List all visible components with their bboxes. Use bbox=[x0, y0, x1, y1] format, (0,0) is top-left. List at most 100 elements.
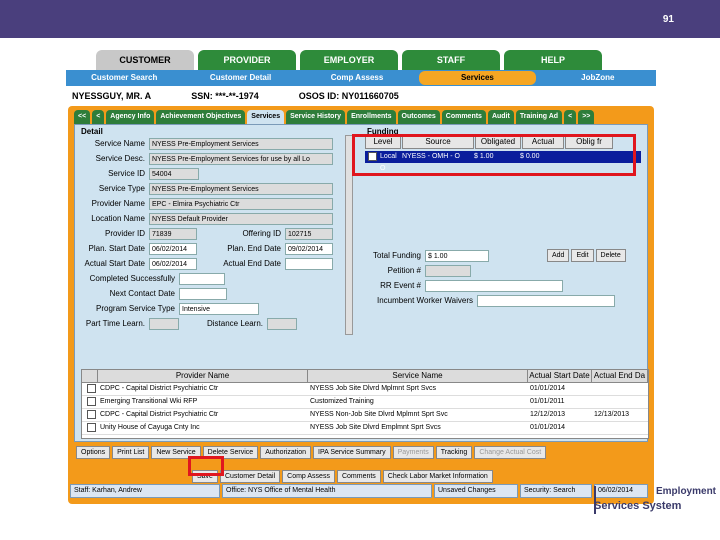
nav-jobzone[interactable]: JobZone bbox=[540, 70, 656, 86]
delete-button[interactable]: Delete bbox=[595, 249, 626, 262]
grid-col-provider[interactable]: Provider Name bbox=[98, 370, 308, 382]
nav-comp-assess[interactable]: Comp Assess bbox=[299, 70, 415, 86]
program-type-select[interactable]: Intensive bbox=[179, 302, 259, 315]
row-provider-id: Provider ID 71839 Offering ID 102715 bbox=[79, 227, 333, 240]
row-incumbent: Incumbent Worker Waivers bbox=[365, 294, 615, 307]
row-learning: Part Time Learn. Distance Learn. bbox=[79, 317, 297, 330]
edit-button[interactable]: Edit bbox=[571, 249, 594, 262]
provider-id-label: Provider ID bbox=[104, 229, 145, 238]
table-row[interactable]: Unity House of Cayuga Cnty Inc NYESS Job… bbox=[82, 422, 648, 435]
tracking-button[interactable]: Tracking bbox=[435, 446, 473, 459]
rr-event-label: RR Event # bbox=[380, 281, 421, 290]
add-button[interactable]: Add bbox=[547, 249, 570, 262]
row-checkbox[interactable] bbox=[87, 410, 96, 419]
tab-training-ad[interactable]: Training Ad bbox=[515, 110, 563, 124]
tab-staff[interactable]: STAFF bbox=[402, 50, 500, 70]
nav-customer-detail[interactable]: Customer Detail bbox=[182, 70, 298, 86]
provider-id-field[interactable]: 71839 bbox=[149, 227, 197, 240]
provider-name-field[interactable]: EPC - Elmira Psychiatric Ctr bbox=[149, 197, 333, 210]
completed-select[interactable] bbox=[179, 272, 225, 285]
total-funding-field[interactable]: $ 1.00 bbox=[425, 249, 489, 262]
table-row[interactable]: Emerging Transitional Wki RFP Customized… bbox=[82, 396, 648, 409]
print-list-button[interactable]: Print List bbox=[112, 446, 150, 459]
tab-achievement-objectives[interactable]: Achievement Objectives bbox=[156, 110, 246, 124]
customer-detail-button[interactable]: Customer Detail bbox=[219, 470, 281, 483]
row-total-funding: Total Funding $ 1.00 bbox=[365, 249, 489, 262]
actual-end-field[interactable] bbox=[285, 257, 333, 270]
table-row[interactable]: CDPC - Capital District Psychiatric Ctr … bbox=[82, 383, 648, 396]
tab-agency-info[interactable]: Agency Info bbox=[106, 110, 155, 124]
payments-button[interactable]: Payments bbox=[392, 446, 434, 459]
row-provider: Emerging Transitional Wki RFP bbox=[100, 398, 198, 405]
tab-services[interactable]: Services bbox=[247, 110, 285, 124]
tab-employer[interactable]: EMPLOYER bbox=[300, 50, 398, 70]
service-desc-field[interactable]: NYESS Pre-Employment Services for use by… bbox=[149, 152, 333, 165]
row-checkbox[interactable] bbox=[87, 384, 96, 393]
authorization-button[interactable]: Authorization bbox=[260, 446, 312, 459]
grid-col-actual-end[interactable]: Actual End Da bbox=[592, 370, 648, 382]
service-type-field[interactable]: NYESS Pre-Employment Services bbox=[149, 182, 333, 195]
rr-event-select[interactable] bbox=[425, 279, 563, 292]
petition-field[interactable] bbox=[425, 264, 471, 277]
service-id-label: Service ID bbox=[108, 169, 145, 178]
tab-prev[interactable]: < bbox=[92, 110, 105, 124]
plan-end-label: Plan. End Date bbox=[227, 244, 281, 253]
incumbent-select[interactable] bbox=[477, 294, 615, 307]
row-start: 01/01/2011 bbox=[530, 398, 565, 405]
row-provider-name: Provider Name EPC - Elmira Psychiatric C… bbox=[79, 197, 333, 210]
tab-service-history[interactable]: Service History bbox=[286, 110, 346, 124]
next-contact-field[interactable] bbox=[179, 287, 227, 300]
program-type-label: Program Service Type bbox=[96, 304, 175, 313]
tab-provider[interactable]: PROVIDER bbox=[198, 50, 296, 70]
offering-id-field[interactable]: 102715 bbox=[285, 227, 333, 240]
nav-services[interactable]: Services bbox=[419, 71, 536, 85]
funding-highlight bbox=[352, 134, 636, 176]
table-row[interactable]: CDPC - Capital District Psychiatric Ctr … bbox=[82, 409, 648, 422]
row-provider: Unity House of Cayuga Cnty Inc bbox=[100, 424, 200, 431]
comments-button[interactable]: Comments bbox=[336, 470, 381, 483]
change-actual-cost-button[interactable]: Change Actual Cost bbox=[474, 446, 547, 459]
tab-audit[interactable]: Audit bbox=[487, 110, 514, 124]
services-grid: Provider Name Service Name Actual Start … bbox=[81, 369, 649, 439]
plan-start-field[interactable]: 06/02/2014 bbox=[149, 242, 197, 255]
grid-col-service[interactable]: Service Name bbox=[308, 370, 528, 382]
ipa-service-summary-button[interactable]: IPA Service Summary bbox=[313, 446, 391, 459]
grid-action-buttons: Options Print List New Service Delete Se… bbox=[76, 446, 547, 459]
location-name-field[interactable]: NYESS Default Provider bbox=[149, 212, 333, 225]
tab-customer[interactable]: CUSTOMER bbox=[96, 50, 194, 70]
plan-end-field[interactable]: 09/02/2014 bbox=[285, 242, 333, 255]
tab-enrollments[interactable]: Enrollments bbox=[347, 110, 396, 124]
actual-start-field[interactable]: 06/02/2014 bbox=[149, 257, 197, 270]
grid-col-actual-start[interactable]: Actual Start Date bbox=[528, 370, 592, 382]
check-labor-market-button[interactable]: Check Labor Market Information bbox=[382, 470, 493, 483]
status-bar: Staff: Karhan, Andrew Office: NYS Office… bbox=[70, 484, 648, 498]
row-location-name: Location Name NYESS Default Provider bbox=[79, 212, 333, 225]
row-checkbox[interactable] bbox=[87, 423, 96, 432]
next-contact-label: Next Contact Date bbox=[109, 289, 175, 298]
save-highlight bbox=[188, 456, 224, 476]
row-service: Customized Training bbox=[310, 398, 374, 405]
comp-assess-button[interactable]: Comp Assess bbox=[282, 470, 335, 483]
tab-first[interactable]: << bbox=[74, 110, 91, 124]
service-name-field[interactable]: NYESS Pre-Employment Services bbox=[149, 137, 333, 150]
tab-scroll-left[interactable]: < bbox=[564, 110, 577, 124]
tab-help[interactable]: HELP bbox=[504, 50, 602, 70]
application-window: CUSTOMER PROVIDER EMPLOYER STAFF HELP Cu… bbox=[66, 50, 656, 505]
nav-customer-search[interactable]: Customer Search bbox=[66, 70, 182, 86]
row-checkbox[interactable] bbox=[87, 397, 96, 406]
completed-label: Completed Successfully bbox=[89, 274, 175, 283]
distance-field[interactable] bbox=[267, 317, 297, 330]
service-id-field[interactable]: 54004 bbox=[149, 167, 199, 180]
tab-comments[interactable]: Comments bbox=[441, 110, 486, 124]
status-staff: Staff: Karhan, Andrew bbox=[70, 484, 220, 498]
row-provider: CDPC - Capital District Psychiatric Ctr bbox=[100, 385, 219, 392]
nyess-logo: Employment Services System bbox=[594, 486, 716, 526]
options-button[interactable]: Options bbox=[76, 446, 111, 459]
slide-number: 91 bbox=[662, 14, 674, 25]
row-next-contact: Next Contact Date bbox=[79, 287, 227, 300]
tab-last[interactable]: >> bbox=[578, 110, 595, 124]
part-time-field[interactable] bbox=[149, 317, 179, 330]
logo-line2: Services System bbox=[594, 500, 682, 512]
status-office: Office: NYS Office of Mental Health bbox=[222, 484, 432, 498]
tab-outcomes[interactable]: Outcomes bbox=[397, 110, 440, 124]
